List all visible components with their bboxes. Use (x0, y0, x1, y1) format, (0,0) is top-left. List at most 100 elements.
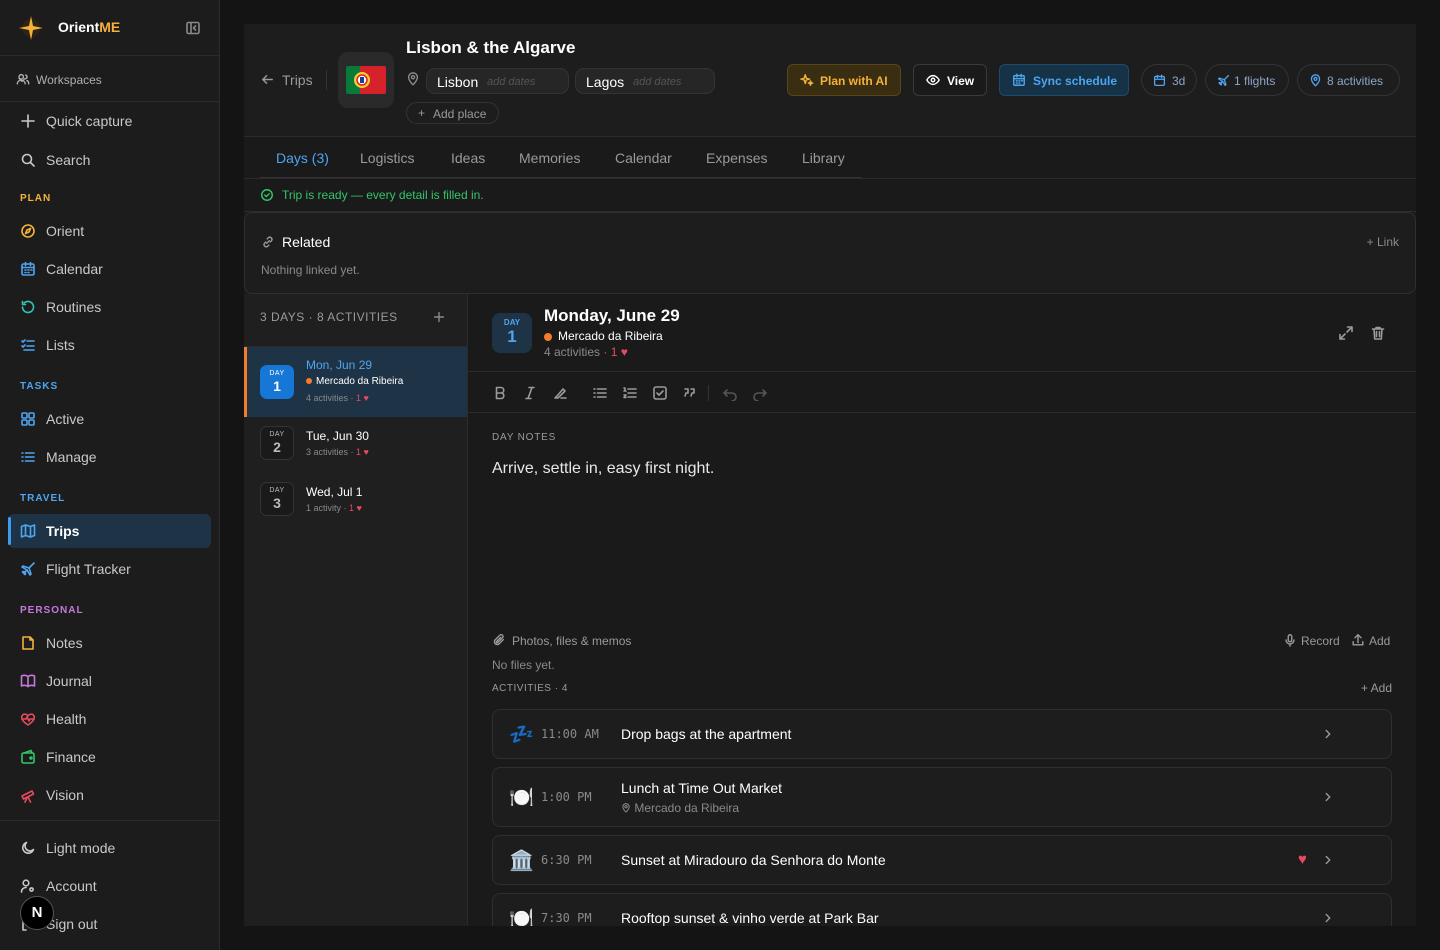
compass-icon (21, 224, 35, 238)
sidebar-item-trips[interactable]: Trips (8, 514, 211, 548)
redo-icon[interactable] (752, 385, 768, 401)
sidebar-item-lists[interactable]: Lists (8, 328, 211, 362)
link-icon (263, 236, 273, 248)
quick-capture-button[interactable]: Quick capture (8, 104, 211, 138)
favorite-heart-icon[interactable]: ♥ (1298, 851, 1307, 868)
sidebar-item-journal[interactable]: Journal (8, 664, 211, 698)
tab-memories[interactable]: Memories (519, 150, 580, 166)
add-link-button[interactable]: + Link (1367, 235, 1399, 249)
landmark-icon: 🏛️ (509, 850, 534, 872)
sidebar-item-notes[interactable]: Notes (8, 626, 211, 660)
activity-card[interactable]: 🍽️ 7:30 PM Rooftop sunset & vinho verde … (492, 893, 1392, 926)
day-notes-editor[interactable]: Arrive, settle in, easy first night. (492, 460, 714, 478)
tab-days[interactable]: Days (3) (276, 150, 329, 166)
tab-calendar[interactable]: Calendar (615, 150, 672, 166)
numbered-list-icon[interactable] (622, 385, 638, 401)
checkbox-icon[interactable] (652, 385, 668, 401)
bullet-list-icon[interactable] (592, 385, 608, 401)
day-detail-panel: DAY 1 Monday, June 29 Mercado da Ribeira … (468, 294, 1416, 926)
editor-toolbar (468, 373, 1416, 413)
moon-icon (22, 841, 35, 854)
tab-expenses[interactable]: Expenses (706, 150, 767, 166)
day-badge: DAY 2 (260, 426, 294, 460)
undo-icon[interactable] (722, 385, 738, 401)
activity-card[interactable]: 💤 11:00 AM Drop bags at the apartment (492, 709, 1392, 759)
italic-icon[interactable] (522, 385, 538, 401)
activity-card[interactable]: 🏛️ 6:30 PM Sunset at Miradouro da Senhor… (492, 835, 1392, 885)
sidebar-item-routines[interactable]: Routines (8, 290, 211, 324)
chevron-right-icon (1325, 855, 1331, 865)
sidebar-item-active[interactable]: Active (8, 402, 211, 436)
portugal-flag-icon (346, 66, 386, 94)
sidebar-item-manage[interactable]: Manage (8, 440, 211, 474)
day-badge: DAY 1 (260, 365, 294, 399)
expand-icon[interactable] (1338, 325, 1354, 341)
activity-location: Mercado da Ribeira (621, 801, 739, 815)
sidebar-collapse-icon[interactable] (185, 20, 201, 36)
grid-icon (21, 412, 35, 426)
calendar-icon (1013, 73, 1025, 86)
refresh-icon (21, 300, 35, 314)
brand-name: OrientME (58, 19, 121, 35)
calendar-icon (1153, 74, 1166, 87)
add-activity-button[interactable]: + Add (1361, 681, 1392, 695)
sidebar-item-flight-tracker[interactable]: Flight Tracker (8, 552, 211, 586)
sidebar-item-calendar[interactable]: Calendar (8, 252, 211, 286)
day-item-3[interactable]: DAY 3 Wed, Jul 1 1 activity · 1 ♥ (244, 475, 467, 545)
map-pin-icon (1310, 74, 1321, 87)
sidebar-item-orient[interactable]: Orient (8, 214, 211, 248)
compass-star-logo (19, 16, 43, 40)
sidebar-item-vision[interactable]: Vision (8, 778, 211, 812)
sidebar-item-finance[interactable]: Finance (8, 740, 211, 774)
sidebar-item-health[interactable]: Health (8, 702, 211, 736)
plane-icon (21, 562, 35, 576)
days-list: 3 DAYS · 8 ACTIVITIES DAY 1 Mon, Jun 29 M… (244, 294, 468, 926)
wallet-icon (21, 749, 35, 764)
trip-cover[interactable] (338, 52, 394, 108)
arrow-left-icon (262, 75, 273, 84)
highlighter-icon[interactable] (552, 385, 568, 401)
calendar-icon (21, 261, 35, 276)
search-button[interactable]: Search (8, 143, 211, 177)
chevron-right-icon (1325, 792, 1331, 802)
paperclip-icon (493, 634, 505, 646)
activities-chip[interactable]: 8 activities (1297, 64, 1400, 96)
day-header: DAY 1 Monday, June 29 Mercado da Ribeira … (468, 294, 1416, 372)
tab-logistics[interactable]: Logistics (360, 150, 414, 166)
user-settings-icon (20, 879, 34, 893)
view-button[interactable]: View (913, 64, 987, 96)
telescope-icon (21, 790, 35, 803)
avatar[interactable]: N (20, 896, 54, 930)
light-mode-toggle[interactable]: Light mode (8, 831, 211, 865)
place-pill-lagos[interactable]: Lagos add dates (575, 68, 715, 94)
day-item-1[interactable]: DAY 1 Mon, Jun 29 Mercado da Ribeira 4 ac… (244, 347, 467, 417)
add-place-button[interactable]: + Add place (406, 102, 499, 124)
sleep-icon: 💤 (509, 724, 534, 746)
trip-detail: Trips Lisbon & the Algarve Lisbon add da… (244, 24, 1416, 926)
sparkles-icon (800, 74, 814, 86)
place-pill-lisbon[interactable]: Lisbon add dates (426, 68, 569, 94)
activity-card[interactable]: 🍽️ 1:00 PM Lunch at Time Out Market Merc… (492, 767, 1392, 827)
day-title: Monday, June 29 (544, 306, 680, 325)
plan-with-ai-button[interactable]: Plan with AI (787, 64, 901, 96)
days-chip[interactable]: 3d (1141, 64, 1197, 96)
brand-row: OrientME (0, 0, 219, 56)
tab-ideas[interactable]: Ideas (451, 150, 485, 166)
list-icon (21, 452, 35, 462)
map-pin-icon (622, 803, 630, 813)
add-day-icon[interactable] (432, 310, 446, 324)
flights-chip[interactable]: 1 flights (1205, 64, 1289, 96)
section-tasks: TASKS (20, 381, 59, 392)
bold-icon[interactable] (492, 385, 508, 401)
day-number-badge: DAY 1 (492, 313, 532, 353)
workspaces-dropdown[interactable]: Workspaces (16, 70, 204, 90)
map-pin-icon (407, 72, 419, 86)
sync-schedule-button[interactable]: Sync schedule (999, 64, 1129, 96)
day-location[interactable]: Mercado da Ribeira (544, 329, 663, 343)
day-badge: DAY 3 (260, 482, 294, 516)
trip-title[interactable]: Lisbon & the Algarve (406, 38, 575, 58)
trash-icon[interactable] (1370, 325, 1386, 341)
quote-icon[interactable] (682, 385, 698, 401)
check-circle-icon (261, 189, 273, 201)
tab-library[interactable]: Library (802, 150, 845, 166)
